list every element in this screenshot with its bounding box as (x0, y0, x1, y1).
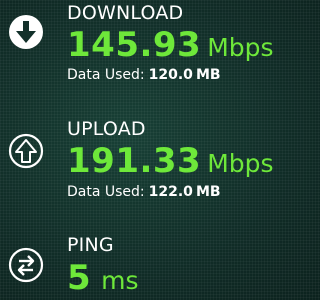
upload-speed: 191.33 Mbps (67, 144, 274, 178)
ping-label: PING (67, 234, 114, 256)
download-data-used-label: Data Used: (67, 67, 145, 83)
ping-arrows-icon (8, 247, 44, 283)
ping-value: 5 (67, 258, 92, 298)
download-arrow-icon (8, 14, 44, 50)
upload-data-used: Data Used: 122.0 MB (67, 185, 221, 199)
download-data-used: Data Used: 120.0 MB (67, 68, 221, 82)
upload-data-used-value: 122.0 (148, 184, 193, 200)
upload-arrow-icon (8, 133, 44, 169)
ping-section: PING 5 ms (0, 228, 248, 300)
upload-label: UPLOAD (67, 118, 146, 140)
download-data-used-value: 120.0 (148, 67, 193, 83)
download-label: DOWNLOAD (67, 2, 184, 24)
download-data-used-unit: MB (195, 67, 221, 83)
download-speed-unit: Mbps (207, 33, 274, 62)
upload-speed-value: 191.33 (67, 141, 202, 181)
upload-data-used-unit: MB (195, 184, 221, 200)
ping-unit: ms (101, 266, 139, 295)
upload-section: UPLOAD 191.33 Mbps Data Used: 122.0 MB (0, 115, 274, 215)
download-section: DOWNLOAD 145.93 Mbps Data Used: 120.0 MB (0, 0, 274, 100)
download-speed: 145.93 Mbps (67, 28, 274, 62)
ping-latency: 5 ms (67, 261, 139, 295)
upload-data-used-label: Data Used: (67, 184, 145, 200)
download-speed-value: 145.93 (67, 25, 202, 65)
upload-speed-unit: Mbps (207, 149, 274, 178)
